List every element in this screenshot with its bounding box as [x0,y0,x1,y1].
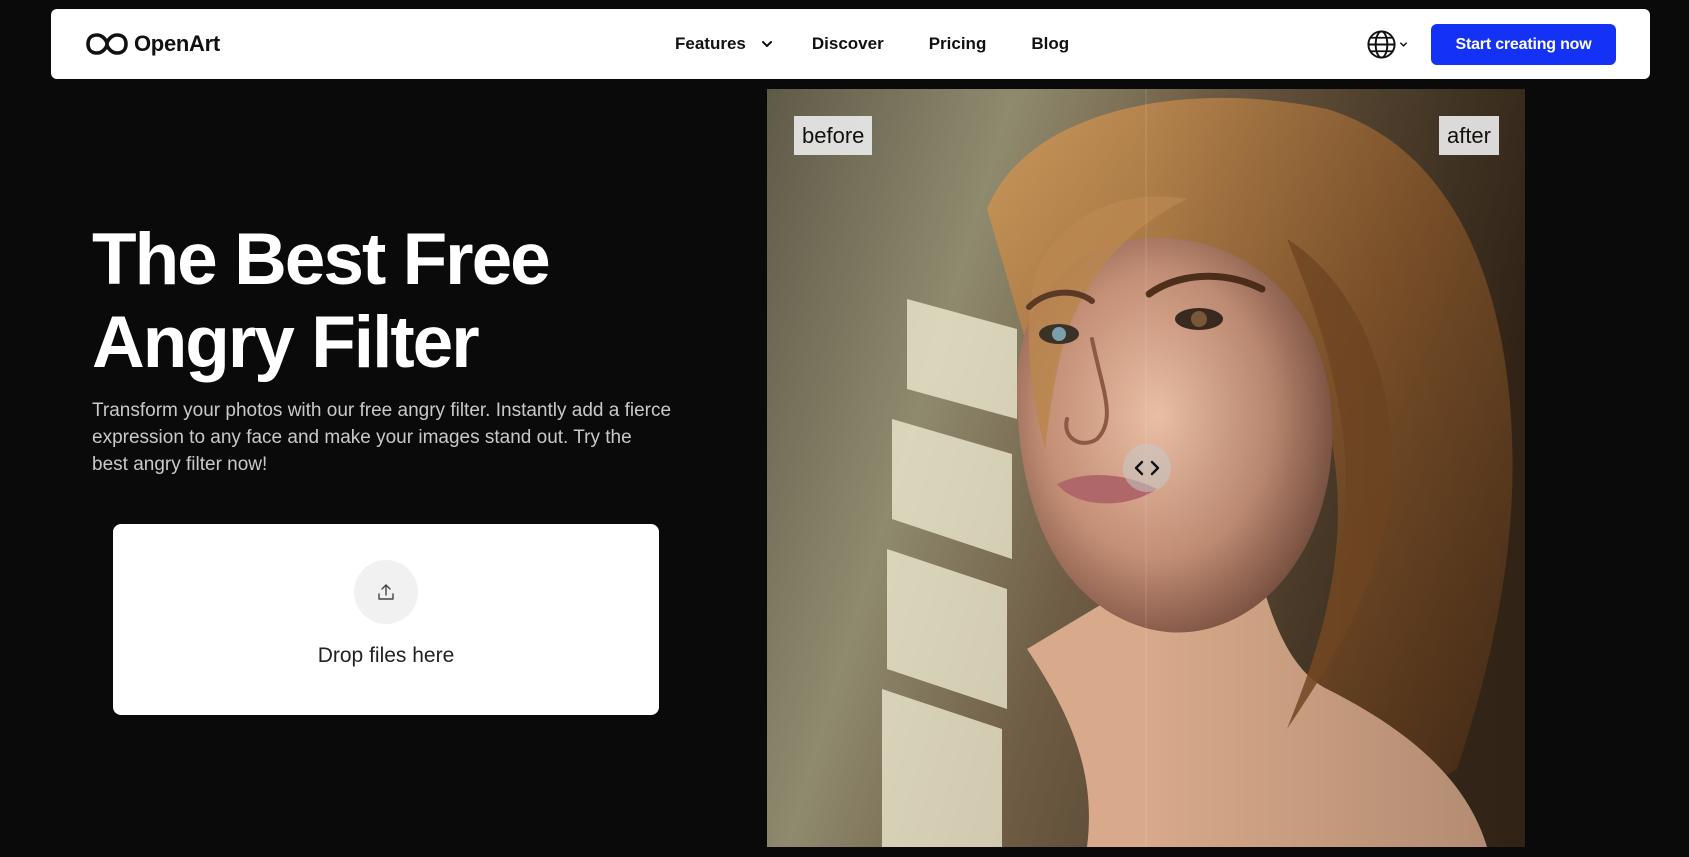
start-creating-button[interactable]: Start creating now [1431,24,1616,65]
file-drop-zone[interactable]: Drop files here [113,524,659,715]
nav-discover[interactable]: Discover [812,34,884,54]
hero-title: The Best Free Angry Filter [92,218,712,384]
after-label: after [1438,116,1499,155]
main-nav: Features Discover Pricing Blog [675,9,1069,79]
nav-features[interactable]: Features [675,34,774,54]
chevron-down-icon [761,41,772,47]
chevron-down-icon [1400,41,1407,47]
logo-text: OpenArt [134,31,220,56]
language-selector[interactable] [1366,29,1412,59]
before-label: before [794,116,873,155]
globe-icon [1367,29,1396,59]
nav-blog[interactable]: Blog [1031,34,1069,54]
drop-files-label: Drop files here [317,644,455,667]
nav-features-label: Features [675,34,746,53]
upload-button[interactable] [354,560,418,624]
infinity-logo-icon [86,33,128,55]
top-navbar: OpenArt Features Discover Pricing Blog S… [51,9,1650,79]
hero-description: Transform your photos with our free angr… [92,400,672,475]
upload-icon [378,584,394,600]
openart-logo[interactable]: OpenArt [86,31,220,57]
hero-title-line-2: Angry Filter [92,302,480,383]
comparison-slider-handle[interactable] [1123,444,1171,492]
page: OpenArt Features Discover Pricing Blog S… [0,0,1689,857]
hero-title-line-1: The Best Free [92,219,551,300]
before-after-comparison[interactable]: before after [767,89,1525,847]
nav-pricing[interactable]: Pricing [929,34,987,54]
chevrons-left-right-icon [1134,460,1160,476]
